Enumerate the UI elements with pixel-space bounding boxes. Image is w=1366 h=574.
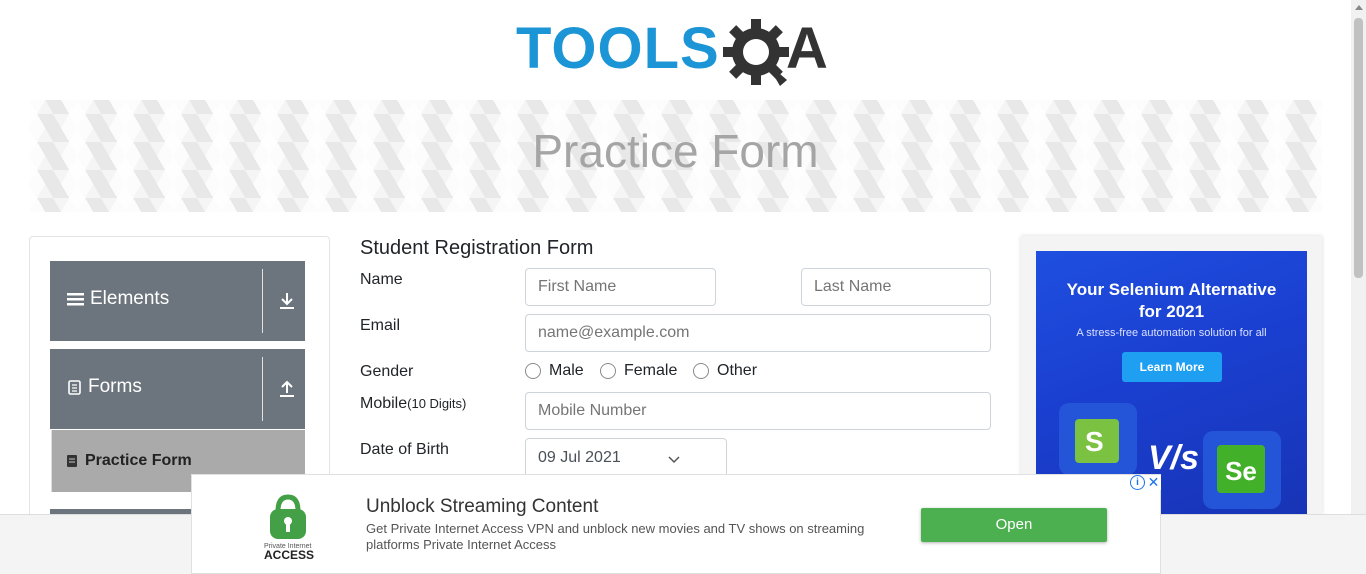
gender-radio-other[interactable]: Other (693, 362, 757, 380)
ad-title: Your Selenium Alternative for 2021 (1066, 280, 1277, 321)
gear-icon (723, 19, 789, 86)
gender-label: Gender (360, 363, 414, 380)
selenium-logo-icon: Se (1203, 431, 1281, 509)
scroll-thumb[interactable] (1354, 18, 1363, 278)
page-title: Practice Form (532, 125, 819, 177)
email-input[interactable] (525, 314, 991, 352)
scrollbar[interactable] (1351, 0, 1366, 514)
logo-text-a: A (786, 16, 828, 81)
sidebar-group-label: Forms (88, 376, 142, 397)
sidebar-group-forms[interactable]: Forms (50, 349, 305, 429)
bottom-ad[interactable]: Private Internet ACCESS Unblock Streamin… (191, 474, 1161, 574)
learn-more-button[interactable]: Learn More (1122, 352, 1222, 382)
mobile-label: Mobile(10 Digits) (360, 395, 466, 413)
name-label: Name (360, 271, 403, 288)
lock-icon: Private Internet ACCESS (264, 494, 314, 562)
page-banner: Practice Form (29, 100, 1322, 212)
dob-label: Date of Birth (360, 441, 449, 458)
sidebar-group-label: Elements (90, 288, 170, 309)
mobile-hint: (10 Digits) (407, 396, 467, 411)
divider (262, 357, 263, 421)
sidebar-item-label: Practice Form (85, 452, 192, 469)
gender-radio-male[interactable]: Male (525, 362, 584, 380)
radio-label: Other (717, 362, 758, 379)
download-arrow-icon[interactable] (278, 291, 296, 311)
mobile-input[interactable] (525, 392, 991, 430)
logo-text-tools: TOOLS (516, 16, 720, 81)
vs-text: V/s (1148, 439, 1200, 477)
gender-radio-female[interactable]: Female (600, 362, 677, 380)
email-label: Email (360, 317, 401, 334)
chevron-down-icon (668, 456, 680, 464)
radio-button[interactable] (693, 363, 709, 379)
toolsqa-logo[interactable]: TOOLS A (516, 16, 840, 92)
form-title: Student Registration Form (360, 237, 594, 259)
katalon-logo-icon: S (1059, 403, 1137, 475)
page: TOOLS A Practice Form Elements Forms Pra… (0, 0, 1366, 574)
date-of-birth-input[interactable]: 09 Jul 2021 (525, 438, 727, 478)
document-icon (68, 380, 81, 395)
radio-button[interactable] (525, 363, 541, 379)
info-icon[interactable]: i (1130, 475, 1145, 490)
mobile-label-text: Mobile (360, 395, 408, 412)
scroll-up-arrow-icon[interactable] (1355, 5, 1363, 10)
form-icon (67, 455, 77, 467)
ad-headline[interactable]: Unblock Streaming Content (366, 496, 598, 518)
date-value: 09 Jul 2021 (538, 449, 621, 466)
radio-label: Male (549, 362, 584, 379)
sidebar-group-elements[interactable]: Elements (50, 261, 305, 341)
last-name-input[interactable] (801, 268, 991, 306)
divider (262, 269, 263, 333)
radio-label: Female (624, 362, 678, 379)
ad-subtitle: A stress-free automation solution for al… (1076, 327, 1267, 339)
open-button[interactable]: Open (921, 508, 1107, 542)
s-letter-icon: S (1085, 426, 1104, 457)
upload-arrow-icon[interactable] (278, 379, 296, 399)
svg-text:S: S (1085, 426, 1104, 457)
ad-description: Get Private Internet Access VPN and unbl… (366, 521, 865, 552)
close-icon[interactable]: ✕ (1146, 475, 1161, 490)
hamburger-icon (67, 293, 84, 306)
pia-logo: Private Internet ACCESS (252, 489, 332, 563)
radio-button[interactable] (600, 363, 616, 379)
first-name-input[interactable] (525, 268, 716, 306)
svg-text:ACCESS: ACCESS (264, 548, 314, 562)
